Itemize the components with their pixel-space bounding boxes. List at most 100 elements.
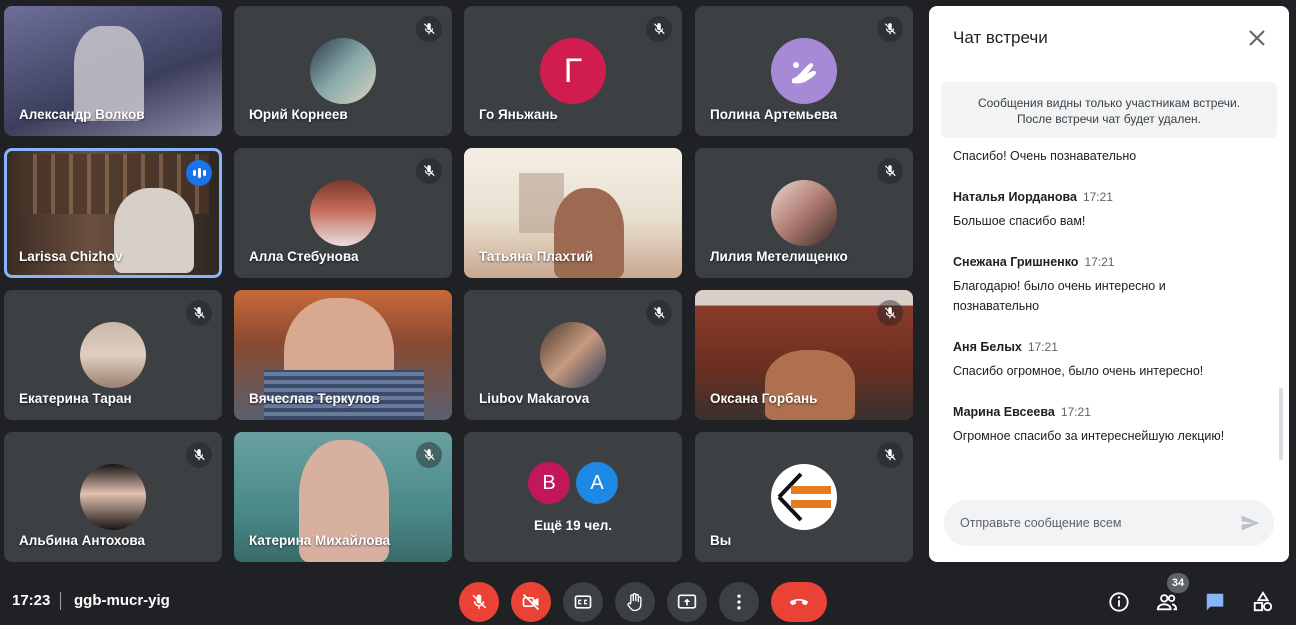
close-icon[interactable] (1245, 26, 1269, 50)
participant-name: Алла Стебунова (249, 249, 359, 264)
mic-off-icon (472, 594, 487, 609)
message-time: 17:21 (1060, 405, 1091, 419)
mic-off-icon (186, 300, 212, 326)
participant-tile[interactable]: Liubov Makarova (464, 290, 682, 420)
participant-tile[interactable]: Алла Стебунова (234, 148, 452, 278)
participant-tile[interactable]: Вячеслав Теркулов (234, 290, 452, 420)
more-options-button[interactable] (719, 582, 759, 622)
message-author: Наталья Иорданова (953, 190, 1077, 204)
raise-hand-button[interactable] (615, 582, 655, 622)
avatar (80, 464, 146, 530)
mic-off-icon (646, 300, 672, 326)
chat-notice: Сообщения видны только участникам встреч… (941, 82, 1277, 138)
avatar: Г (540, 38, 606, 104)
message-author: Снежана Гришненко (953, 255, 1079, 269)
participant-tile[interactable]: Г Го Яньжань (464, 6, 682, 136)
present-icon (677, 594, 697, 609)
avatar (771, 180, 837, 246)
send-icon[interactable] (1240, 513, 1260, 538)
more-vert-icon (737, 594, 741, 610)
speaking-indicator-icon (186, 160, 212, 186)
chat-button[interactable] (1201, 588, 1229, 616)
meeting-time: 17:23 (12, 592, 51, 609)
participant-tile[interactable]: Александр Волков (4, 6, 222, 136)
avatar (310, 38, 376, 104)
message-text: Спасибо огромное, было очень интересно! (953, 364, 1204, 378)
video-feed (114, 188, 194, 273)
message-text: Спасибо! Очень познавательно (953, 149, 1137, 163)
participant-grid: Александр Волков Юрий Корнеев Г Го Яньжа… (0, 0, 922, 570)
mic-off-icon (646, 16, 672, 42)
self-tile[interactable]: Вы (695, 432, 913, 562)
mic-off-icon (877, 300, 903, 326)
participant-name: Вячеслав Теркулов (249, 391, 380, 406)
participant-name: Александр Волков (19, 107, 145, 122)
message-text: Большое спасибо вам! (953, 214, 1086, 228)
chat-icon (1206, 593, 1224, 611)
participant-tile[interactable]: Лилия Метелищенко (695, 148, 913, 278)
participant-tile[interactable]: Альбина Антохова (4, 432, 222, 562)
message-time: 17:21 (1082, 190, 1113, 204)
chat-scrollbar[interactable] (1279, 388, 1283, 460)
participant-tile[interactable]: Юрий Корнеев (234, 6, 452, 136)
participant-name: Катерина Михайлова (249, 533, 391, 548)
hang-up-icon (790, 599, 808, 606)
video-feed (765, 350, 855, 420)
participant-tile[interactable]: Оксана Горбань (695, 290, 913, 420)
avatar (771, 464, 837, 530)
participant-name: Го Яньжань (479, 107, 558, 122)
participant-tile[interactable]: Екатерина Таран (4, 290, 222, 420)
participant-name: Liubov Makarova (479, 391, 590, 406)
participant-tile[interactable]: Полина Артемьева (695, 6, 913, 136)
avatar: А (576, 462, 618, 504)
meeting-details-button[interactable] (1105, 588, 1133, 616)
participant-name: Юрий Корнеев (249, 107, 348, 122)
message-author: Марина Евсеева (953, 405, 1055, 419)
message-time: 17:21 (1027, 340, 1058, 354)
avatar: В (528, 462, 570, 504)
mic-toggle-button[interactable] (459, 582, 499, 622)
meeting-code: ggb-mucr-yig (74, 592, 170, 609)
message-text: Благодарю! было очень интересно и познав… (953, 279, 1166, 313)
participant-tile[interactable]: Катерина Михайлова (234, 432, 452, 562)
message-text: Огромное спасибо за интереснейшую лекцию… (953, 429, 1225, 443)
activities-icon (1253, 591, 1273, 612)
participant-tile-active-speaker[interactable]: Larissa Chizhov (4, 148, 222, 278)
chat-message: Аня Белых 17:21 Спасибо огромное, было оч… (953, 338, 1263, 381)
divider (60, 592, 61, 610)
participants-count-badge: 34 (1167, 573, 1189, 593)
logo (777, 472, 831, 522)
mic-off-icon (877, 16, 903, 42)
chat-title: Чат встречи (953, 28, 1048, 47)
info-icon (1109, 592, 1129, 612)
hand-icon (792, 62, 817, 84)
leave-call-button[interactable] (771, 582, 827, 622)
chat-message-input[interactable] (960, 500, 1230, 546)
mic-off-icon (877, 442, 903, 468)
participant-name: Альбина Антохова (19, 533, 145, 548)
people-icon (1156, 594, 1178, 611)
message-time: 17:21 (1084, 255, 1115, 269)
chat-input-container (944, 500, 1274, 546)
chat-message: Наталья Иорданова 17:21 Большое спасибо в… (953, 188, 1263, 231)
mic-off-icon (877, 158, 903, 184)
participant-name: Оксана Горбань (710, 391, 818, 406)
avatar (540, 322, 606, 388)
present-screen-button[interactable] (667, 582, 707, 622)
activities-button[interactable] (1249, 588, 1277, 616)
captions-button[interactable] (563, 582, 603, 622)
mic-off-icon (416, 442, 442, 468)
more-avatars: В А (528, 462, 618, 504)
avatar (80, 322, 146, 388)
hand-icon (627, 593, 642, 612)
participant-tile[interactable]: Татьяна Плахтий (464, 148, 682, 278)
mic-off-icon (416, 158, 442, 184)
chat-notice-text: Сообщения видны только участникам встреч… (977, 96, 1241, 126)
chat-panel: Чат встречи Сообщения видны только участ… (929, 6, 1289, 562)
camera-toggle-button[interactable] (511, 582, 551, 622)
more-participants-label: Ещё 19 чел. (533, 518, 613, 533)
captions-icon (574, 595, 592, 609)
avatar (771, 38, 837, 104)
more-participants-tile[interactable]: В А Ещё 19 чел. (464, 432, 682, 562)
participant-name: Larissa Chizhov (19, 249, 123, 264)
